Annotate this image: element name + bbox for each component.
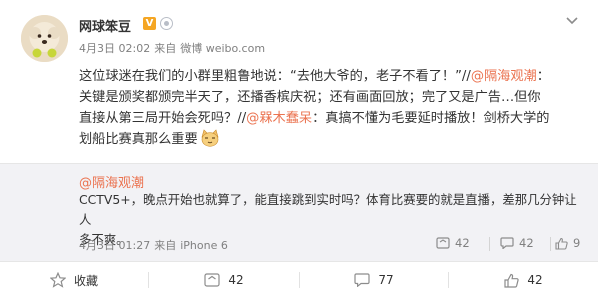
quoted-comment-count: 42 — [519, 236, 534, 250]
mention-link[interactable]: @隔海观潮 — [471, 69, 537, 84]
dog-avatar-image — [21, 15, 68, 62]
post-source[interactable]: 微博 weibo.com — [180, 42, 265, 55]
quoted-text-line1: CCTV5+，晚点开始也就算了，能直接跳到实时吗？体育比赛要的就是直播，差那几分… — [79, 192, 577, 227]
post-text-line4: 划船比赛真那么重要 — [79, 132, 198, 147]
quoted-source-prefix: 来自 — [154, 239, 177, 252]
verified-badge: V — [143, 17, 156, 30]
comment-button[interactable]: 77 — [300, 262, 448, 298]
favorite-label: 收藏 — [73, 273, 98, 288]
favorite-button[interactable]: 收藏 — [0, 262, 148, 298]
quoted-like-button[interactable]: 9 — [555, 236, 580, 250]
quoted-user-link[interactable]: @隔海观潮 — [79, 172, 144, 191]
member-icon[interactable] — [160, 17, 173, 30]
quoted-date[interactable]: 4月3日 01:27 — [79, 239, 150, 252]
quoted-repost-count: 42 — [455, 236, 470, 250]
quoted-repost-button[interactable]: 42 — [436, 236, 470, 250]
post-text-line1: 这位球迷在我们的小群里粗鲁地说：“去他大爷的，老子不看了！”// — [79, 69, 471, 84]
comment-count: 77 — [378, 273, 394, 287]
post-text-line2: 关键是颁奖都颁完半天了，还播香槟庆祝；还有画面回放；完了又是广告…但你 — [79, 90, 541, 105]
star-icon — [49, 272, 66, 288]
mention-link[interactable]: @槑木蠢呆 — [246, 111, 312, 126]
post-source-prefix: 来自 — [154, 42, 177, 55]
chevron-down-icon[interactable] — [566, 17, 578, 25]
repost-icon — [436, 237, 450, 249]
like-count: 42 — [527, 273, 543, 287]
post-body: 这位球迷在我们的小群里粗鲁地说：“去他大爷的，老子不看了！”//@隔海观潮： 关… — [79, 66, 584, 150]
avatar[interactable] — [21, 15, 68, 62]
like-button[interactable]: 42 — [449, 262, 598, 298]
post-meta: 4月3日 02:02 来自 微博 weibo.com — [79, 40, 269, 56]
comment-icon — [500, 237, 514, 249]
thumbs-up-icon — [555, 237, 568, 250]
post-date[interactable]: 4月3日 02:02 — [79, 42, 150, 55]
post-text-line3-rest: ：真搞不懂为毛要延时播放！剑桥大学的 — [312, 111, 550, 126]
thumbs-up-icon — [504, 273, 520, 288]
quoted-meta: 4月3日 01:27 来自 iPhone 6 — [79, 237, 232, 253]
post-text-line3: 直接从第三局开始会死吗？// — [79, 111, 247, 126]
quoted-like-count: 9 — [573, 236, 581, 250]
repost-button[interactable]: 42 — [149, 262, 299, 298]
repost-count: 42 — [228, 273, 244, 287]
repost-icon — [204, 273, 220, 287]
post-text-colon: ： — [536, 69, 550, 84]
quoted-source[interactable]: iPhone 6 — [180, 239, 228, 252]
divider — [550, 237, 551, 251]
cat-emoji-icon — [201, 129, 219, 147]
divider — [489, 237, 490, 251]
comment-icon — [354, 273, 370, 287]
quoted-comment-button[interactable]: 42 — [500, 236, 534, 250]
user-name[interactable]: 网球笨豆 — [79, 16, 131, 35]
